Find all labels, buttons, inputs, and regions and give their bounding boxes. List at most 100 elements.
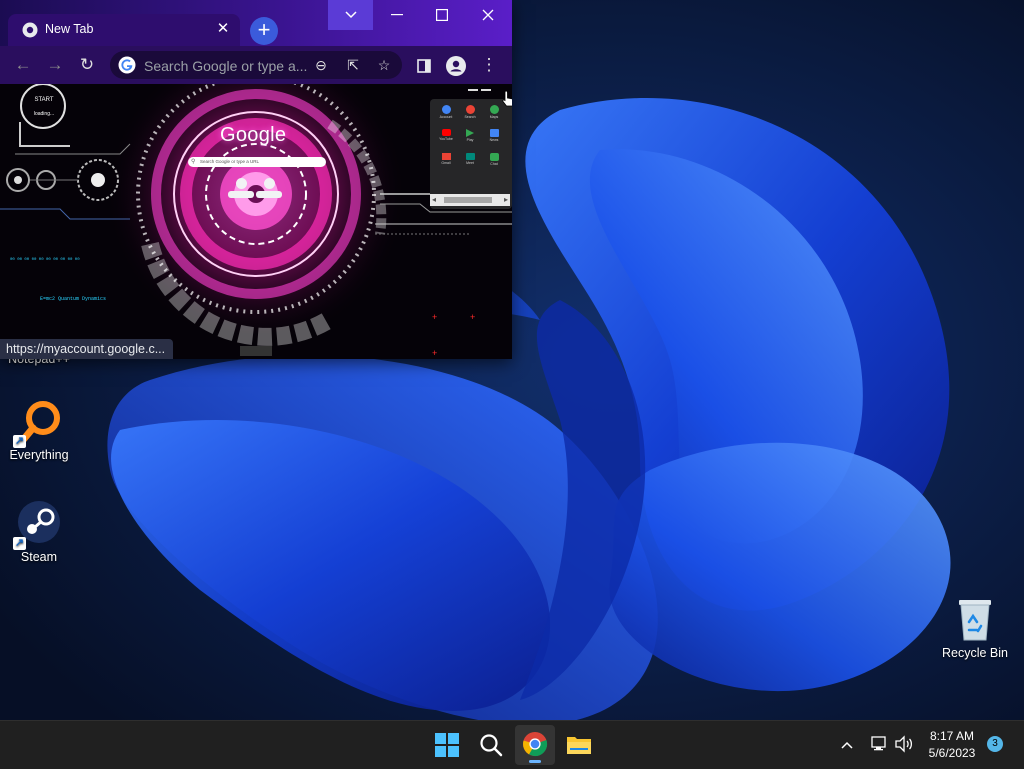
svg-text:E=mc2 Quantum Dynamics: E=mc2 Quantum Dynamics: [40, 296, 106, 302]
ntp-search-box[interactable]: ⚲ Search Google or type a URL: [188, 157, 326, 167]
google-apps-panel[interactable]: Account Search Maps YouTube Play News Gm…: [430, 99, 512, 209]
google-logo: Google: [220, 124, 287, 146]
taskbar-file-explorer[interactable]: [559, 725, 599, 765]
chrome-titlebar[interactable]: New Tab ✕ +: [0, 0, 512, 46]
app-label: Chat: [490, 162, 498, 166]
maximize-button[interactable]: [419, 0, 464, 30]
ntp-loading-label: loading...: [33, 111, 55, 117]
svg-text:+: +: [470, 312, 475, 322]
app-tile-search[interactable]: Search: [462, 105, 478, 119]
desktop-icon-steam[interactable]: ↗ Steam: [1, 500, 77, 565]
shortcut-arrow-icon: ↗: [13, 435, 26, 448]
maps-icon: [489, 105, 499, 114]
app-label: Meet: [466, 161, 474, 165]
ntp-shortcut[interactable]: [228, 191, 254, 198]
tab-search-button[interactable]: [328, 0, 373, 30]
bookmark-star-icon[interactable]: ☆: [375, 56, 393, 74]
everything-icon: ↗: [13, 398, 63, 448]
news-icon: [489, 129, 499, 137]
tab-new-tab[interactable]: New Tab ✕: [8, 14, 240, 46]
start-button[interactable]: [427, 725, 467, 765]
notification-badge[interactable]: 3: [987, 736, 1003, 752]
app-tile-chat[interactable]: Chat: [486, 153, 502, 166]
app-tile-meet[interactable]: Meet: [462, 153, 478, 165]
play-icon: [466, 129, 474, 137]
share-icon[interactable]: ⇱: [344, 56, 362, 74]
chat-icon: [489, 153, 499, 161]
gmail-icon: [441, 153, 451, 160]
search-icon: [480, 734, 503, 757]
ntp-shortcut[interactable]: [264, 178, 275, 189]
chrome-window[interactable]: New Tab ✕ + ← → ↻ ⊖ ⇱ ☆: [0, 0, 512, 359]
ntp-start-label: START: [34, 97, 54, 103]
scrollbar-thumb[interactable]: [444, 197, 492, 203]
apps-panel-scrollbar[interactable]: ◂ ▸: [430, 194, 510, 206]
app-label: Search: [464, 115, 476, 119]
app-tile-gmail[interactable]: Gmail: [438, 153, 454, 165]
meet-icon: [465, 153, 475, 160]
tab-close-icon[interactable]: ✕: [214, 20, 232, 38]
desktop-icon-label: Steam: [20, 550, 58, 564]
google-g-icon: [465, 105, 475, 114]
svg-text:+: +: [432, 348, 437, 358]
search-button[interactable]: [471, 725, 511, 765]
zoom-icon[interactable]: ⊖: [312, 56, 330, 74]
app-label: Account: [439, 115, 453, 119]
new-tab-page[interactable]: 00 00 00 00 00 00 00 00 00 00 E=mc2 Quan…: [0, 84, 512, 359]
taskbar-chrome[interactable]: [515, 725, 555, 765]
app-label: Maps: [489, 115, 499, 119]
omnibox-input[interactable]: [142, 55, 316, 77]
app-label: News: [489, 138, 499, 142]
app-label: Gmail: [441, 161, 451, 165]
status-bar-url: https://myaccount.google.c...: [0, 339, 174, 359]
chrome-icon: [523, 732, 548, 757]
maximize-icon: [435, 8, 448, 21]
youtube-icon: [441, 129, 451, 136]
chevron-down-icon: [344, 11, 357, 18]
chrome-menu-icon[interactable]: ⋮: [478, 54, 500, 76]
app-label: Play: [466, 138, 474, 142]
svg-text:+: +: [432, 312, 437, 322]
desktop-icon-recycle-bin[interactable]: Recycle Bin: [937, 596, 1013, 661]
hand-cursor-icon: [502, 90, 512, 107]
running-indicator: [529, 760, 541, 763]
forward-arrow-icon[interactable]: →: [44, 54, 66, 76]
omnibox[interactable]: ⊖ ⇱ ☆: [110, 51, 402, 79]
profile-avatar-icon[interactable]: [445, 54, 467, 76]
new-tab-button[interactable]: +: [250, 17, 278, 45]
chrome-favicon-icon: [22, 22, 38, 38]
back-arrow-icon[interactable]: ←: [12, 54, 34, 76]
app-tile-maps[interactable]: Maps: [486, 105, 502, 119]
clock-time: 8:17 AM: [929, 729, 975, 743]
ntp-start-badge: START loading...: [28, 96, 60, 118]
network-icon[interactable]: [870, 735, 888, 753]
close-window-button[interactable]: [465, 0, 510, 30]
windows-logo-icon: [435, 733, 459, 757]
app-tile-play[interactable]: Play: [462, 129, 478, 142]
side-panel-icon[interactable]: [413, 54, 435, 76]
taskbar-clock[interactable]: 8:17 AM 5/6/2023: [920, 728, 984, 762]
taskbar: 8:17 AM 5/6/2023: [0, 720, 1024, 769]
folder-icon: [567, 737, 591, 754]
scroll-left-icon[interactable]: ◂: [432, 194, 436, 206]
desktop-icon-everything[interactable]: ↗ Everything: [1, 398, 77, 463]
clock-date: 5/6/2023: [928, 746, 976, 760]
reload-icon[interactable]: ↻: [76, 54, 98, 76]
app-tile-account[interactable]: Account: [438, 105, 454, 119]
scroll-right-icon[interactable]: ▸: [504, 194, 508, 206]
google-g-icon: [118, 56, 136, 74]
account-icon: [441, 105, 451, 114]
volume-icon[interactable]: [894, 735, 914, 753]
ntp-search-placeholder: Search Google or type a URL: [200, 159, 260, 164]
svg-text:00 00 00 00 00 00 00 00 00 00: 00 00 00 00 00 00 00 00 00 00: [10, 258, 80, 262]
minimize-button[interactable]: [374, 0, 419, 30]
app-tile-youtube[interactable]: YouTube: [438, 129, 454, 141]
minimize-icon: [390, 13, 403, 15]
show-hidden-icons-chevron-up-icon[interactable]: [838, 735, 856, 753]
ntp-shortcut[interactable]: [256, 191, 282, 198]
ntp-search-icon: ⚲: [191, 159, 196, 165]
app-tile-news[interactable]: News: [486, 129, 502, 142]
ntp-shortcut[interactable]: [236, 178, 247, 189]
shortcut-arrow-icon: ↗: [13, 537, 26, 550]
steam-icon: ↗: [13, 500, 63, 550]
